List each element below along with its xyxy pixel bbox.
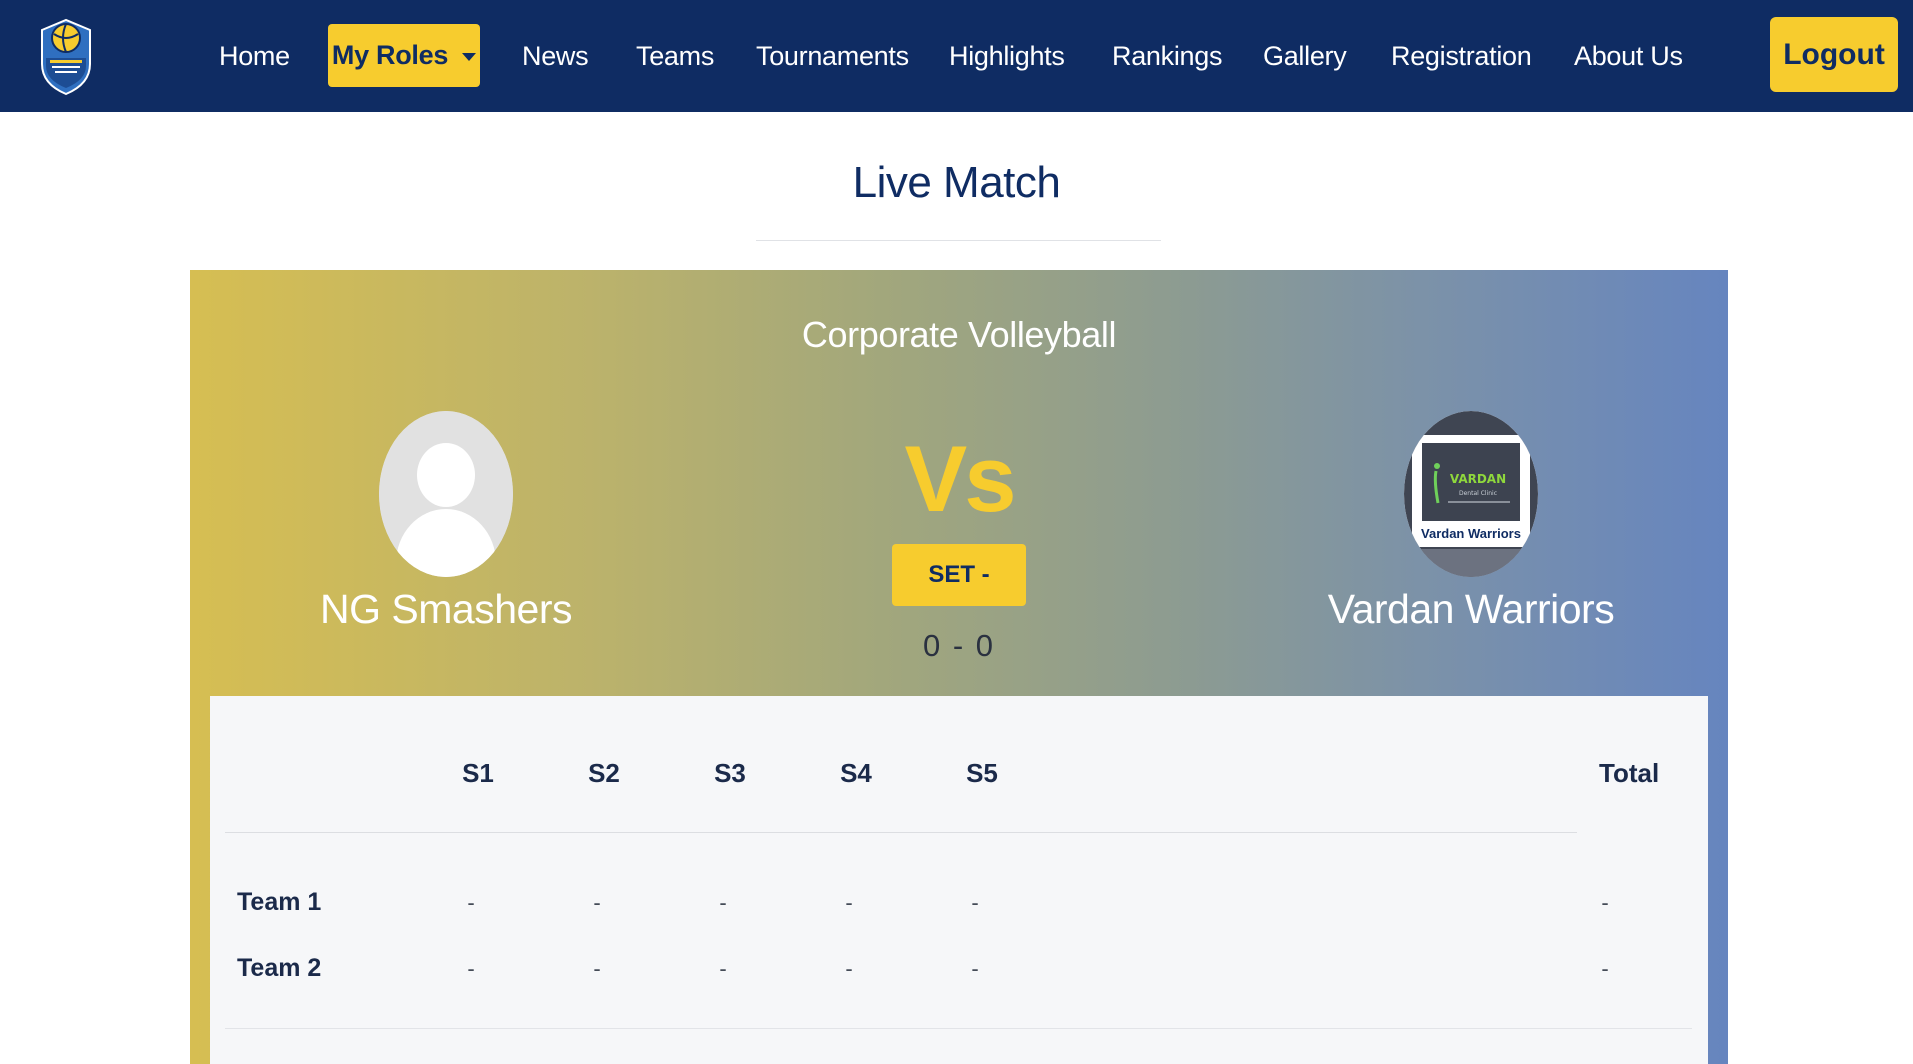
- row-label-team2: Team 2: [237, 954, 322, 982]
- header-total: Total: [1599, 758, 1660, 788]
- my-roles-dropdown-button[interactable]: My Roles: [328, 24, 480, 87]
- volleyball-shield-logo-icon[interactable]: [38, 14, 94, 96]
- team2-total-score: -: [1601, 956, 1609, 981]
- vardan-dental-clinic-logo-icon: VARDAN Dental Clinic Vardan Warriors: [1404, 411, 1538, 577]
- team2-name: Vardan Warriors: [1327, 586, 1615, 632]
- my-roles-label: My Roles: [331, 40, 449, 70]
- team1-s1-score: -: [467, 890, 475, 915]
- team1-s3-score: -: [719, 890, 727, 915]
- team1-avatar: [379, 411, 513, 577]
- team1-s4-score: -: [845, 890, 853, 915]
- nav-rankings[interactable]: Rankings: [1112, 0, 1222, 112]
- nav-home[interactable]: Home: [219, 0, 290, 112]
- default-user-avatar-icon: [379, 411, 513, 577]
- scoreboard-panel: [210, 696, 1708, 1064]
- nav-gallery[interactable]: Gallery: [1263, 0, 1347, 112]
- logo-subtext: Dental Clinic: [1459, 490, 1497, 497]
- nav-teams[interactable]: Teams: [636, 0, 714, 112]
- logo-vardan-text: VARDAN: [1450, 472, 1506, 486]
- match-score: 0 - 0: [922, 628, 996, 663]
- nav-news[interactable]: News: [522, 0, 589, 112]
- team2-s2-score: -: [593, 956, 601, 981]
- nav-registration[interactable]: Registration: [1391, 0, 1532, 112]
- logout-button[interactable]: Logout: [1770, 17, 1898, 92]
- row-label-team1: Team 1: [237, 888, 322, 916]
- team2-s1-score: -: [467, 956, 475, 981]
- team2-s3-score: -: [719, 956, 727, 981]
- tournament-name: Corporate Volleyball: [801, 314, 1117, 355]
- team1-name: NG Smashers: [320, 586, 572, 632]
- header-s3: S3: [714, 758, 746, 788]
- team1-total-score: -: [1601, 890, 1609, 915]
- nav-about-us[interactable]: About Us: [1574, 0, 1683, 112]
- live-match-card: Corporate Volleyball VARDAN Dental Clini…: [190, 270, 1728, 1064]
- header-s4: S4: [840, 758, 872, 788]
- header-s1: S1: [462, 758, 494, 788]
- nav-highlights[interactable]: Highlights: [949, 0, 1065, 112]
- team2-logo: VARDAN Dental Clinic Vardan Warriors: [1404, 411, 1538, 577]
- logo-caption: Vardan Warriors: [1421, 526, 1521, 541]
- top-navbar: Home My Roles News Teams Tournaments Hig…: [0, 0, 1913, 112]
- nav-tournaments[interactable]: Tournaments: [756, 0, 909, 112]
- header-s5: S5: [966, 758, 998, 788]
- header-s2: S2: [588, 758, 620, 788]
- title-divider: [756, 240, 1161, 241]
- set-button[interactable]: SET -: [892, 544, 1026, 606]
- caret-down-icon: [462, 52, 477, 61]
- team2-s4-score: -: [845, 956, 853, 981]
- page-title: Live Match: [852, 158, 1061, 207]
- table-header-divider: [225, 832, 1577, 833]
- table-bottom-divider: [225, 1028, 1692, 1029]
- team1-s2-score: -: [593, 890, 601, 915]
- versus-label: Vs: [904, 426, 1017, 531]
- team1-s5-score: -: [971, 890, 979, 915]
- team2-s5-score: -: [971, 956, 979, 981]
